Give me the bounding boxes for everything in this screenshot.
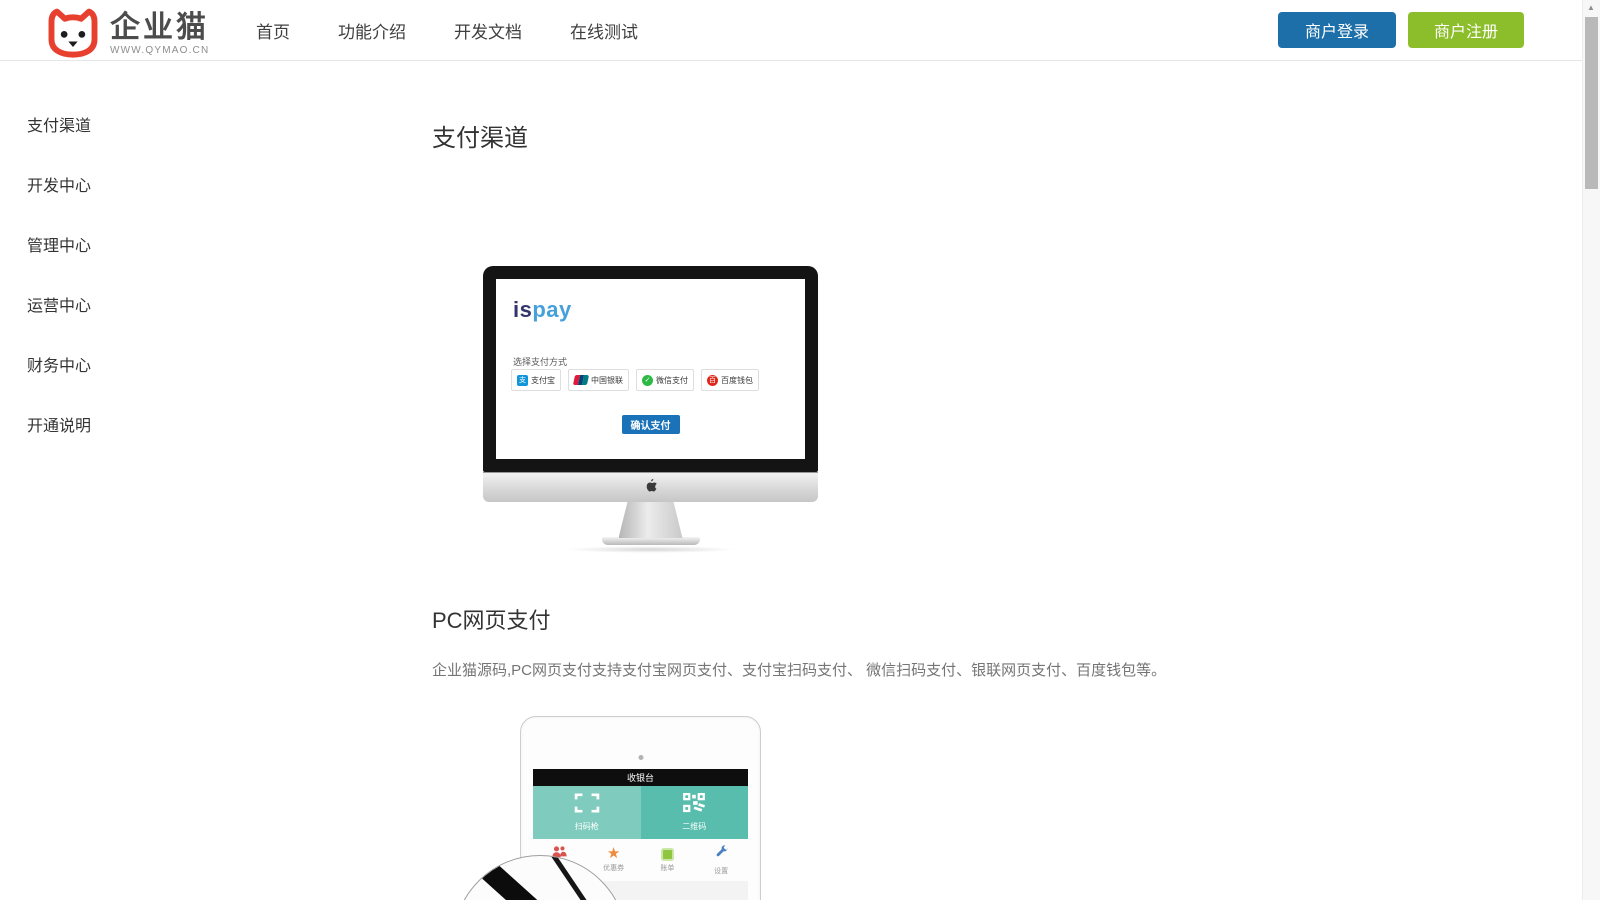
brand-text: 企业猫 WWW.QYMAO.CN xyxy=(110,12,209,56)
nav-item-home[interactable]: 首页 xyxy=(256,18,290,43)
dock-label: 优惠券 xyxy=(603,863,624,873)
merchant-register-button[interactable]: 商户注册 xyxy=(1408,12,1524,48)
star-icon: ★ xyxy=(607,847,620,861)
method-unionpay: 中国银联 xyxy=(568,369,629,391)
section-title-pc-web-pay: PC网页支付 xyxy=(432,603,551,635)
method-label: 微信支付 xyxy=(656,375,688,386)
tile-scan-gun: 扫码枪 xyxy=(533,786,641,839)
scrollbar[interactable]: ▲ xyxy=(1582,0,1600,900)
method-label: 百度钱包 xyxy=(721,375,753,386)
imac-stand-neck xyxy=(619,502,683,538)
dock-label: 账单 xyxy=(660,863,674,873)
method-baidu-wallet: 百 百度钱包 xyxy=(701,369,759,391)
alipay-icon: 支 xyxy=(517,375,528,386)
nav-item-features[interactable]: 功能介绍 xyxy=(338,18,406,43)
dock-settings: 设置 xyxy=(694,839,748,881)
page: 企业猫 WWW.QYMAO.CN 首页 功能介绍 开发文档 在线测试 商户登录 … xyxy=(0,0,1600,900)
baidu-wallet-icon: 百 xyxy=(707,375,718,386)
apple-logo-icon xyxy=(645,478,657,497)
merchant-login-button[interactable]: 商户登录 xyxy=(1278,12,1396,48)
brand-name: 企业猫 xyxy=(110,12,209,44)
payment-methods-row: 支 支付宝 中国银联 ✓ 微信支付 百 百度钱包 xyxy=(511,369,759,391)
section-description: 企业猫源码,PC网页支付支持支付宝网页支付、支付宝扫码支付、 微信扫码支付、银联… xyxy=(432,659,1172,680)
imac-shadow xyxy=(566,546,736,553)
confirm-pay-button-depicted: 确认支付 xyxy=(622,415,680,434)
tile-qr-code: 二维码 xyxy=(641,786,749,839)
ispay-logo-pay: pay xyxy=(532,297,571,322)
sidebar-item-finance-center[interactable]: 财务中心 xyxy=(27,357,91,377)
unionpay-icon xyxy=(573,375,589,385)
ispay-logo: ispay xyxy=(513,297,572,323)
main-nav: 首页 功能介绍 开发文档 在线测试 xyxy=(256,0,638,60)
sidebar-item-operations-center[interactable]: 运营中心 xyxy=(27,297,91,317)
top-navbar: 企业猫 WWW.QYMAO.CN 首页 功能介绍 开发文档 在线测试 商户登录 … xyxy=(0,0,1583,61)
dock-bills: 账单 xyxy=(641,839,695,881)
bill-icon xyxy=(661,848,674,861)
sidebar-nav: 支付渠道 开发中心 管理中心 运营中心 财务中心 开通说明 xyxy=(27,117,91,437)
sidebar-item-payment-channels[interactable]: 支付渠道 xyxy=(27,117,91,137)
nav-item-docs[interactable]: 开发文档 xyxy=(454,18,522,43)
sidebar-item-dev-center[interactable]: 开发中心 xyxy=(27,177,91,197)
nav-item-online-test[interactable]: 在线测试 xyxy=(570,18,638,43)
ispay-logo-is: is xyxy=(513,297,532,322)
wechat-pay-icon: ✓ xyxy=(642,375,653,386)
cashier-tiles: 扫码枪 xyxy=(533,786,748,839)
tile-label: 扫码枪 xyxy=(575,821,599,832)
imac-chin xyxy=(483,472,818,502)
sidebar-item-activation-guide[interactable]: 开通说明 xyxy=(27,417,91,437)
method-label: 支付宝 xyxy=(531,375,555,386)
qr-code-icon xyxy=(683,793,705,818)
method-alipay: 支 支付宝 xyxy=(511,369,561,391)
scan-frame-icon xyxy=(574,793,600,818)
imac-stand-base xyxy=(602,537,700,545)
imac-frame: ispay 选择支付方式 支 支付宝 中国银联 ✓ 微信支付 xyxy=(483,266,818,472)
method-wechat-pay: ✓ 微信支付 xyxy=(636,369,694,391)
cat-logo-icon xyxy=(46,4,100,63)
brand-logo[interactable]: 企业猫 WWW.QYMAO.CN xyxy=(46,4,209,63)
sidebar-item-admin-center[interactable]: 管理中心 xyxy=(27,237,91,257)
dock-label: 设置 xyxy=(714,866,728,876)
imac-illustration: ispay 选择支付方式 支 支付宝 中国银联 ✓ 微信支付 xyxy=(483,266,818,553)
tablet-camera-dot xyxy=(638,755,643,760)
tile-label: 二维码 xyxy=(682,821,706,832)
cashier-titlebar: 收银台 xyxy=(533,769,748,786)
method-label: 中国银联 xyxy=(591,375,623,386)
imac-display: ispay 选择支付方式 支 支付宝 中国银联 ✓ 微信支付 xyxy=(496,279,805,459)
page-title: 支付渠道 xyxy=(432,118,528,153)
scrollbar-thumb[interactable] xyxy=(1585,17,1598,189)
choose-method-label: 选择支付方式 xyxy=(513,355,567,368)
scroll-up-icon[interactable]: ▲ xyxy=(1583,1,1599,15)
brand-domain: WWW.QYMAO.CN xyxy=(110,45,209,56)
wrench-icon xyxy=(714,844,729,864)
